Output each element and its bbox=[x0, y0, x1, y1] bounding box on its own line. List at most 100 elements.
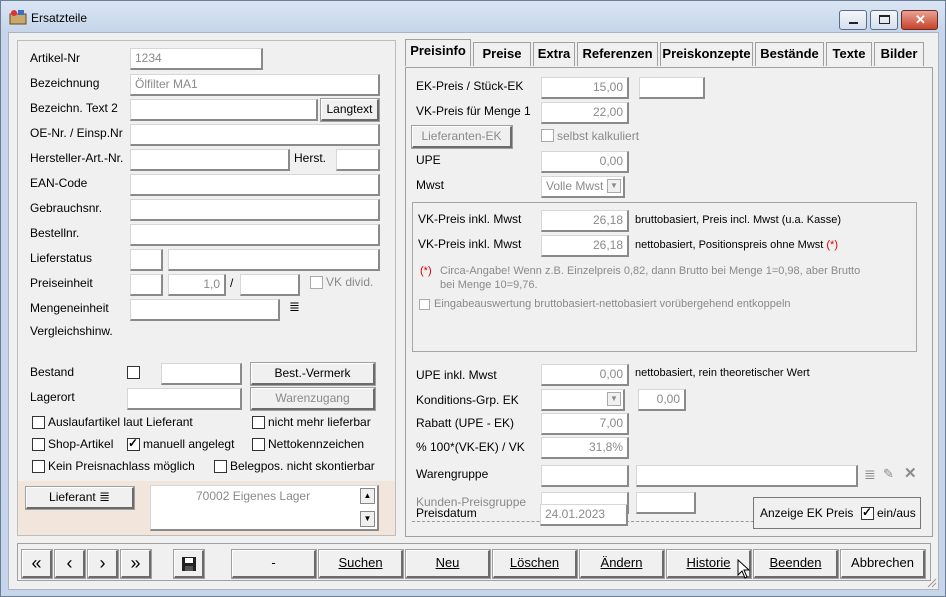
last-record-button[interactable]: » bbox=[120, 549, 152, 579]
gebrauchsnr-label: Gebrauchsnr. bbox=[30, 201, 103, 215]
oe-nr-field[interactable] bbox=[130, 124, 380, 146]
prozent-field[interactable]: 31,8% bbox=[541, 437, 629, 459]
tab-bestaende[interactable]: Bestände bbox=[755, 42, 824, 66]
warengruppe-text-field[interactable] bbox=[636, 465, 858, 487]
bestand-field[interactable] bbox=[161, 363, 242, 385]
artikel-nr-field[interactable]: 1234 bbox=[130, 48, 263, 70]
kunden-preisgruppe-text-field[interactable] bbox=[636, 492, 696, 514]
nicht-mehr-lieferbar-checkbox[interactable] bbox=[252, 416, 265, 429]
rabatt-label: Rabatt (UPE - EK) bbox=[416, 416, 515, 430]
best-vermerk-button[interactable]: Best.-Vermerk bbox=[250, 362, 376, 386]
loeschen-button[interactable]: Löschen bbox=[492, 549, 578, 579]
bestand-checkbox[interactable] bbox=[127, 366, 140, 379]
selbst-kalkuliert-label: selbst kalkuliert bbox=[557, 129, 640, 143]
vk-inkl-mwst2-field[interactable]: 26,18 bbox=[541, 235, 629, 257]
rabatt-field[interactable]: 7,00 bbox=[541, 413, 629, 435]
tab-bilder[interactable]: Bilder bbox=[874, 42, 924, 66]
ean-label: EAN-Code bbox=[30, 176, 88, 190]
vk-inkl-mwst2-note: nettobasiert, Positionspreis ohne Mwst (… bbox=[635, 239, 838, 251]
tab-preise[interactable]: Preise bbox=[473, 42, 531, 66]
vk-divid-checkbox[interactable] bbox=[310, 276, 323, 289]
aendern-button[interactable]: Ändern bbox=[579, 549, 665, 579]
selbst-kalkuliert-checkbox[interactable] bbox=[541, 129, 554, 142]
upe-field[interactable]: 0,00 bbox=[541, 151, 629, 173]
mwst-label: Mwst bbox=[416, 178, 444, 192]
neu-button[interactable]: Neu bbox=[405, 549, 491, 579]
vk-menge1-field[interactable]: 22,00 bbox=[541, 102, 629, 124]
gebrauchsnr-field[interactable] bbox=[130, 199, 380, 221]
stueck-ek-field[interactable] bbox=[639, 77, 705, 99]
anzeige-ek-checkbox[interactable]: ✓ bbox=[861, 505, 874, 520]
save-icon bbox=[181, 557, 196, 571]
upe-inkl-label: UPE inkl. Mwst bbox=[416, 368, 497, 382]
bezeichn-text2-field[interactable] bbox=[130, 99, 318, 121]
eingabe-entkoppeln-label: Eingabeauswertung bruttobasiert-nettobas… bbox=[434, 298, 791, 310]
lieferant-memo[interactable]: 70002 Eigenes Lager ▲ ▼ bbox=[150, 485, 379, 531]
mengeneinheit-field[interactable] bbox=[130, 299, 280, 321]
warenzugang-button[interactable]: Warenzugang bbox=[250, 387, 376, 411]
resize-grip-icon[interactable] bbox=[925, 576, 937, 588]
kein-preisnachlass-label: Kein Preisnachlass möglich bbox=[48, 459, 195, 473]
lieferanten-ek-button[interactable]: Lieferanten-EK bbox=[411, 125, 513, 149]
konditions-select[interactable]: ▼ bbox=[541, 389, 625, 411]
tab-preiskonzepte[interactable]: Preiskonzepte bbox=[660, 42, 753, 66]
suchen-button[interactable]: Suchen bbox=[318, 549, 404, 579]
lagerort-field[interactable] bbox=[127, 388, 242, 410]
previous-record-button[interactable]: ‹ bbox=[54, 549, 86, 579]
lieferstatus-text-field[interactable] bbox=[168, 249, 380, 271]
minimize-button[interactable] bbox=[839, 10, 867, 30]
list-icon[interactable]: ≣ bbox=[864, 466, 876, 483]
close-button[interactable]: ✕ bbox=[901, 10, 938, 30]
belegpos-checkbox[interactable] bbox=[214, 460, 227, 473]
vk-menge1-label: VK-Preis für Menge 1 bbox=[416, 104, 531, 118]
warengruppe-code-field[interactable] bbox=[541, 465, 629, 487]
manuell-angelegt-checkbox[interactable]: ✓ bbox=[127, 436, 140, 451]
kein-preisnachlass-checkbox[interactable] bbox=[32, 460, 45, 473]
tab-referenzen[interactable]: Referenzen bbox=[577, 42, 658, 66]
save-button[interactable] bbox=[173, 549, 205, 579]
chevron-right-icon: › bbox=[99, 553, 106, 573]
preiseinheit-field[interactable]: 1,0 bbox=[168, 274, 226, 296]
eingabe-entkoppeln-checkbox[interactable] bbox=[419, 299, 430, 310]
auslaufartikel-checkbox[interactable] bbox=[32, 416, 45, 429]
list-icon: ≣ bbox=[99, 489, 110, 504]
list-icon[interactable]: ≣ bbox=[289, 300, 300, 313]
ek-preis-field[interactable]: 15,00 bbox=[541, 77, 629, 99]
bezeichnung-field[interactable]: Ölfilter MA1 bbox=[130, 74, 380, 96]
double-chevron-right-icon: » bbox=[130, 553, 141, 573]
herst-field[interactable] bbox=[336, 149, 380, 171]
nettokennzeichen-checkbox[interactable] bbox=[252, 438, 265, 451]
shop-artikel-checkbox[interactable] bbox=[32, 438, 45, 451]
belegpos-label: Belegpos. nicht skontierbar bbox=[230, 459, 375, 473]
clear-icon[interactable]: ✕ bbox=[904, 464, 917, 482]
tab-extra[interactable]: Extra bbox=[533, 42, 575, 66]
hersteller-art-field[interactable] bbox=[130, 149, 290, 171]
vk-inkl-mwst1-field[interactable]: 26,18 bbox=[541, 210, 629, 232]
ean-field[interactable] bbox=[130, 174, 380, 196]
langtext-button[interactable]: Langtext bbox=[320, 98, 380, 122]
lieferant-button[interactable]: Lieferant ≣ bbox=[25, 486, 135, 510]
mwst-select[interactable]: Volle Mwst ▼ bbox=[541, 176, 625, 198]
scroll-up-button[interactable]: ▲ bbox=[360, 488, 375, 504]
preisdatum-field[interactable]: 24.01.2023 bbox=[540, 504, 628, 526]
first-record-button[interactable]: « bbox=[21, 549, 53, 579]
abbrechen-button[interactable]: Abbrechen bbox=[840, 549, 926, 579]
dash-button[interactable]: - bbox=[231, 549, 317, 579]
konditions-value-field[interactable]: 0,00 bbox=[638, 389, 686, 411]
bestellnr-field[interactable] bbox=[130, 224, 380, 246]
lieferstatus-code-field[interactable] bbox=[130, 249, 163, 271]
beenden-button[interactable]: Beenden bbox=[753, 549, 839, 579]
preiseinheit-unit-field[interactable] bbox=[130, 274, 163, 296]
maximize-button[interactable] bbox=[870, 10, 898, 30]
bestand-label: Bestand bbox=[30, 365, 75, 379]
edit-icon[interactable]: ✎ bbox=[883, 466, 894, 482]
tab-preisinfo[interactable]: Preisinfo bbox=[405, 39, 471, 66]
scroll-down-button[interactable]: ▼ bbox=[360, 511, 375, 527]
tab-texte[interactable]: Texte bbox=[826, 42, 872, 66]
article-panel: Artikel-Nr 1234 Bezeichnung Ölfilter MA1… bbox=[17, 40, 396, 536]
warengruppe-label: Warengruppe bbox=[416, 467, 489, 481]
upe-label: UPE bbox=[416, 153, 441, 167]
next-record-button[interactable]: › bbox=[87, 549, 119, 579]
upe-inkl-field[interactable]: 0,00 bbox=[541, 364, 629, 386]
preiseinheit-divisor-field[interactable] bbox=[240, 274, 300, 296]
